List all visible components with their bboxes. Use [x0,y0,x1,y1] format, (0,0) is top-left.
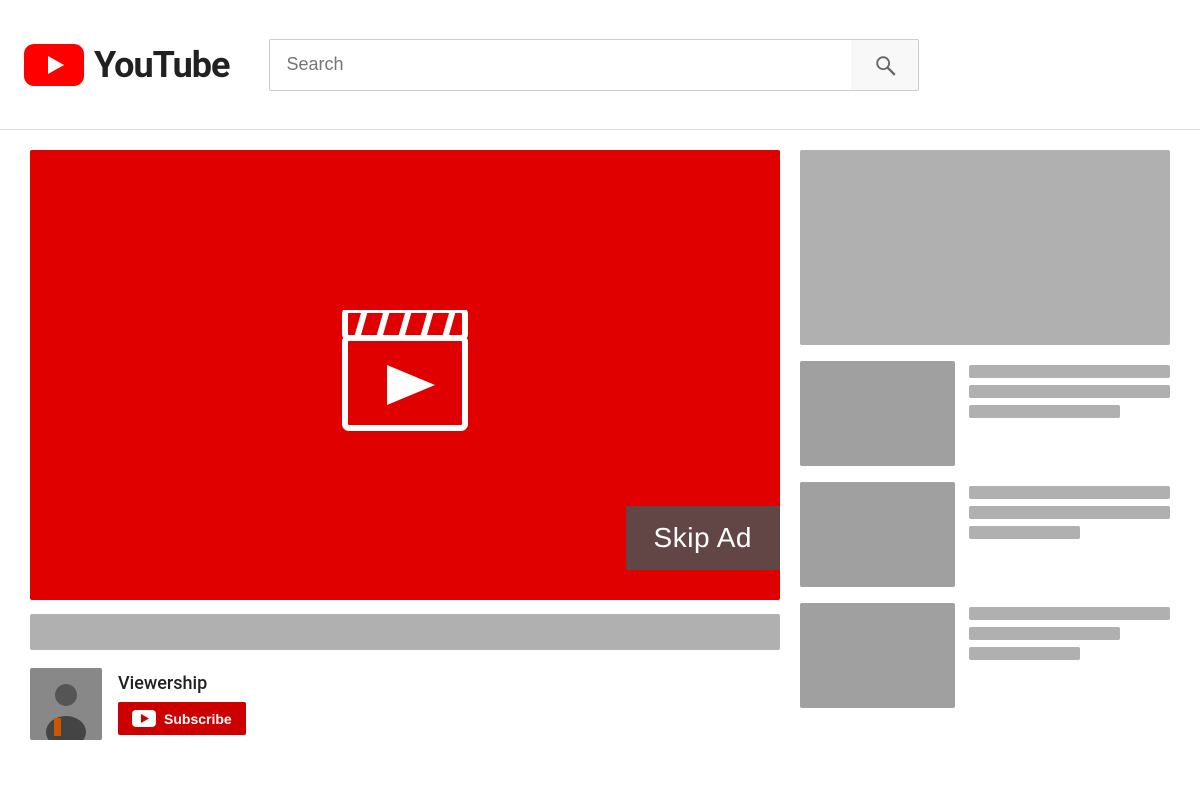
video-meta-3 [969,603,1170,660]
video-thumbnail-1[interactable] [800,361,955,466]
video-thumbnail-2[interactable] [800,482,955,587]
channel-name: Viewership [118,673,246,694]
youtube-logo-icon [24,44,84,86]
video-player-icon [335,310,475,440]
video-player: Skip Ad [30,150,780,600]
skip-ad-button[interactable]: Skip Ad [626,506,780,570]
video-title-line-2b [969,506,1170,519]
sidebar-ad-banner [800,150,1170,345]
site-title: YouTube [94,44,229,86]
avatar-image [40,680,92,740]
sidebar-video-card-2 [800,482,1170,587]
search-button[interactable] [851,39,919,91]
subscribe-button[interactable]: Subscribe [118,702,246,735]
search-input[interactable] [269,39,851,91]
right-column [800,150,1170,778]
site-header: YouTube [0,0,1200,130]
video-title-line-1b [969,486,1170,499]
main-content: Skip Ad Viewership [0,130,1200,798]
video-meta-2 [969,482,1170,539]
video-channel-line-c [969,647,1080,660]
video-title-line-2 [969,385,1170,398]
subscribe-label: Subscribe [164,711,232,727]
video-progress-bar[interactable] [30,614,780,650]
sidebar-video-card-3 [800,603,1170,708]
channel-details: Viewership Subscribe [118,673,246,735]
video-title-line-1c [969,607,1170,620]
video-channel-line [969,405,1120,418]
search-area [269,39,919,91]
video-channel-line-b [969,526,1080,539]
search-icon [874,54,896,76]
channel-info: Viewership Subscribe [30,664,780,744]
channel-avatar [30,668,102,740]
sidebar-video-card-1 [800,361,1170,466]
logo-area: YouTube [24,44,229,86]
subscribe-yt-icon [132,710,156,727]
video-meta-1 [969,361,1170,418]
left-column: Skip Ad Viewership [30,150,780,778]
video-title-line-2c [969,627,1120,640]
video-thumbnail-3[interactable] [800,603,955,708]
video-title-line-1 [969,365,1170,378]
